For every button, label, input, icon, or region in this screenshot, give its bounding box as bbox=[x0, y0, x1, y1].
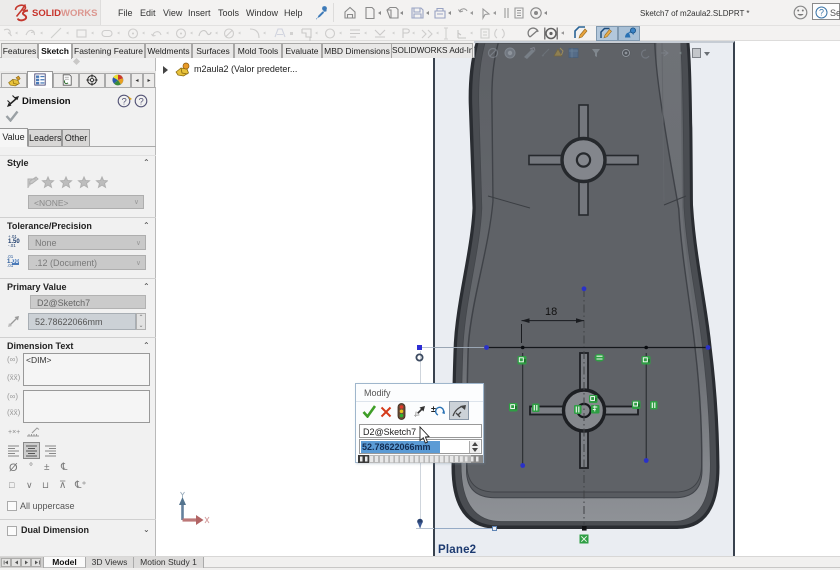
svg-text:?: ? bbox=[819, 7, 824, 17]
svg-text:?: ? bbox=[139, 97, 144, 108]
svg-text:18: 18 bbox=[545, 306, 557, 318]
svg-text:?: ? bbox=[122, 97, 127, 108]
